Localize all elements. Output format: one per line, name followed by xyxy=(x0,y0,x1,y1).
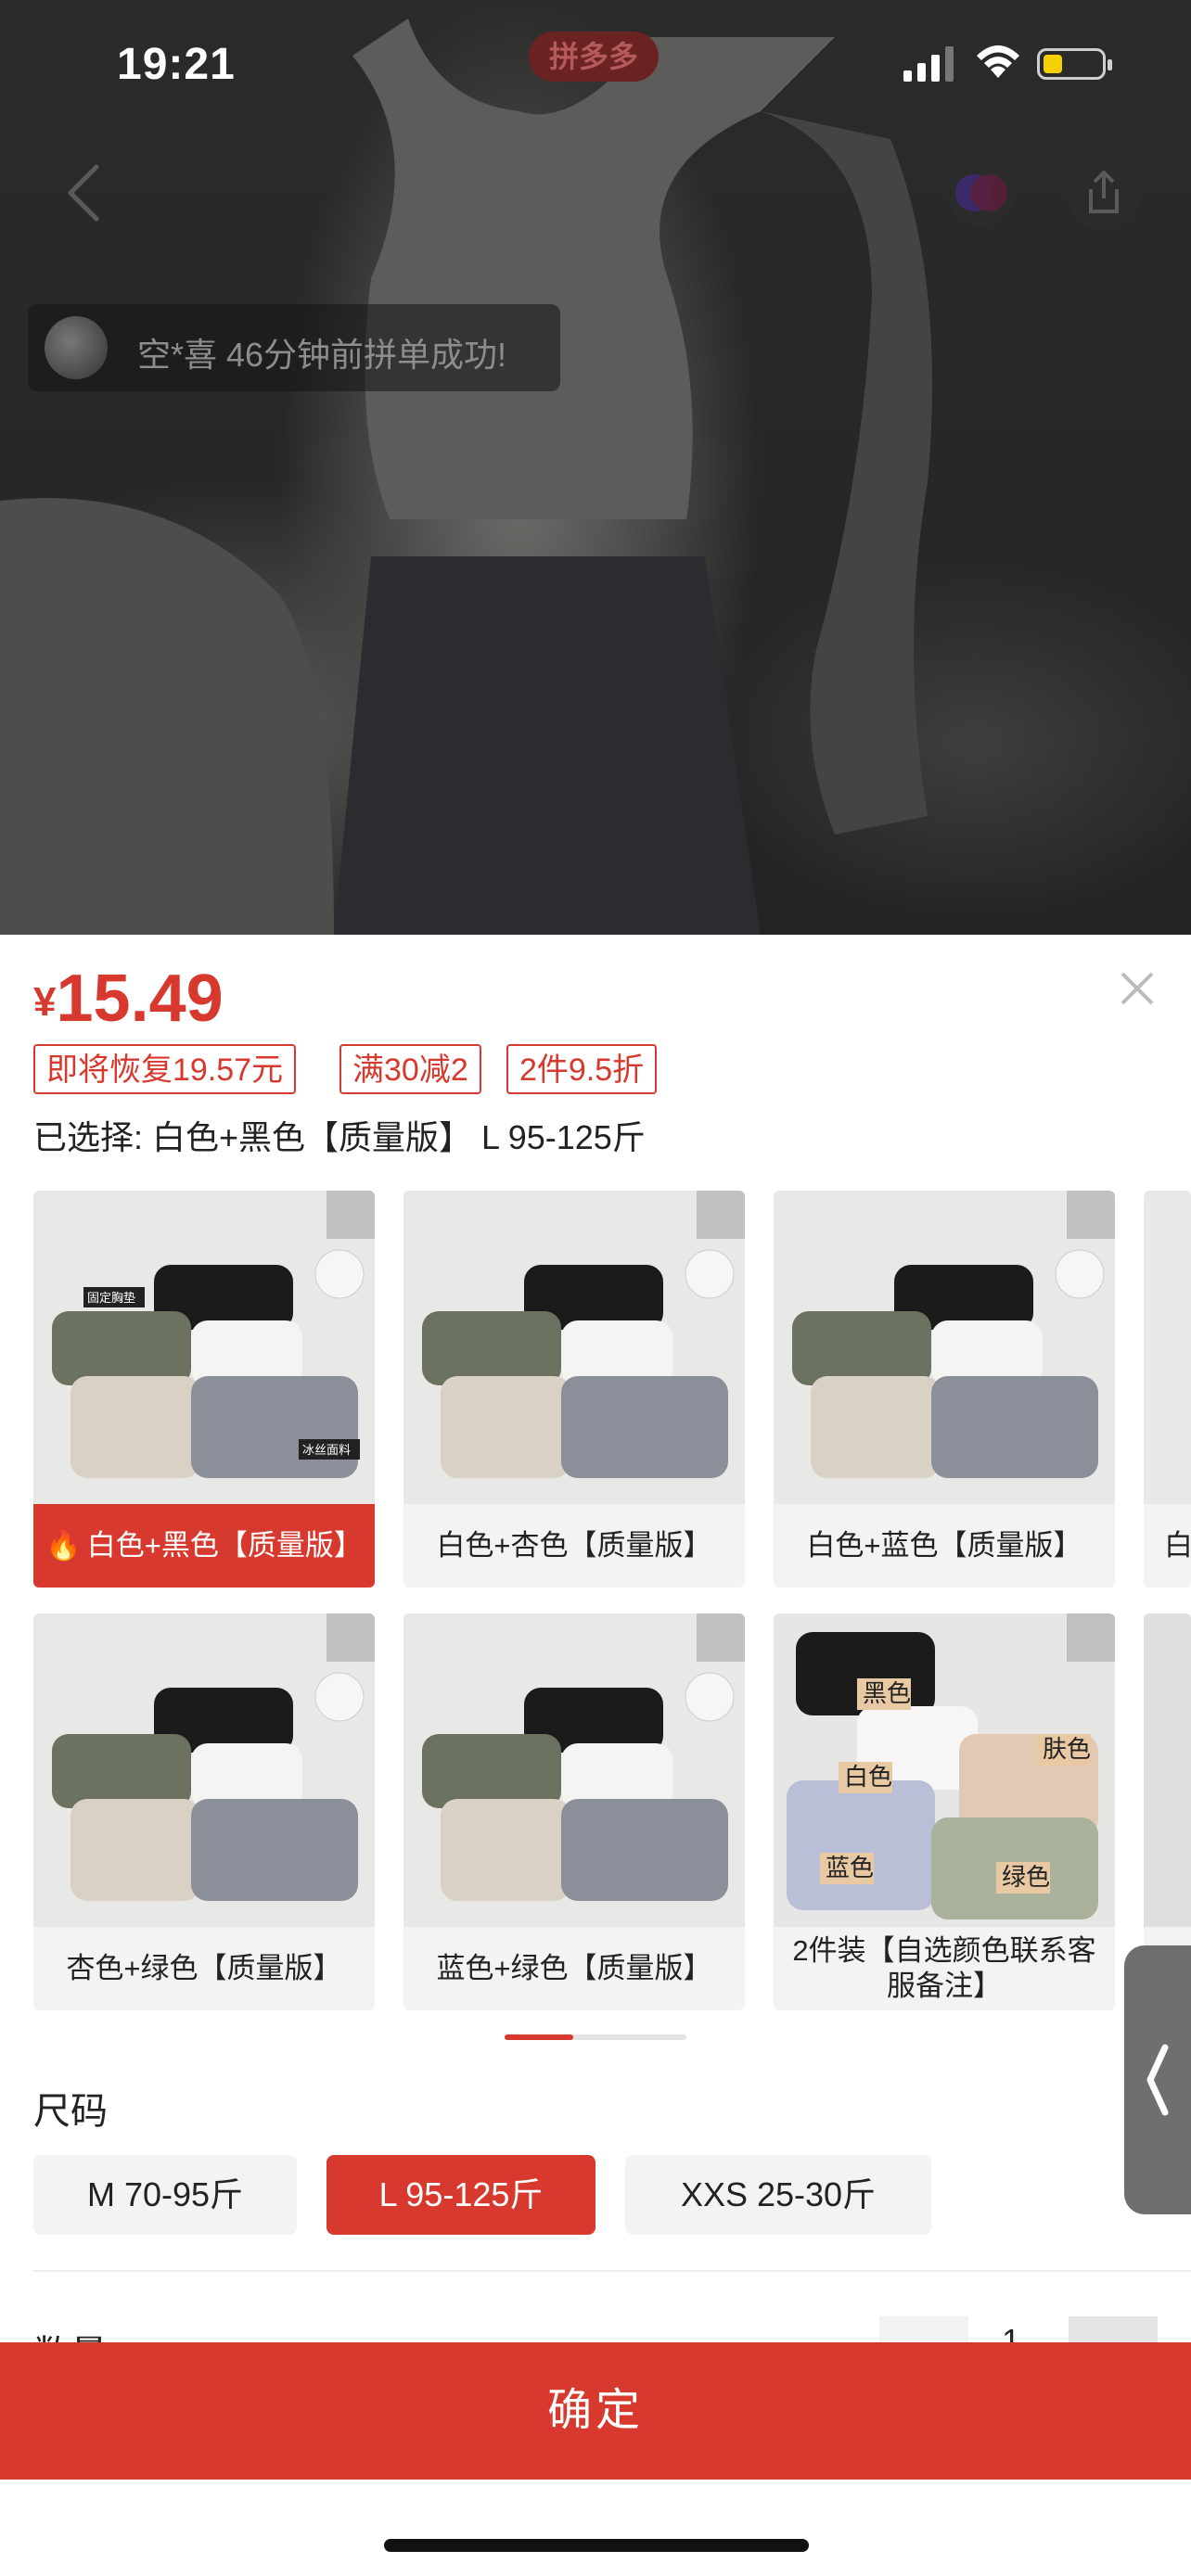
expand-icon[interactable] xyxy=(327,1613,375,1662)
variant-image: 固定胸垫 冰丝面料 xyxy=(33,1191,375,1504)
variant-card-partial[interactable]: 白 xyxy=(1144,1191,1191,1588)
variant-image xyxy=(33,1613,375,1927)
variant-image xyxy=(1144,1613,1191,1927)
size-section-title: 尺码 xyxy=(33,2091,108,2132)
promo-tag-discount: 满30减2 xyxy=(339,1044,481,1094)
product-photo-dimmed xyxy=(0,0,1191,935)
signal-icon xyxy=(903,46,954,82)
image-tag-text: 固定胸垫 xyxy=(87,1291,135,1305)
variant-card[interactable]: 白色+杏色【质量版】 xyxy=(403,1191,745,1588)
favorite-icon[interactable] xyxy=(937,156,1026,230)
expand-icon[interactable] xyxy=(1067,1191,1115,1239)
divider xyxy=(33,2270,1191,2272)
variant-label: 🔥 白色+黑色【质量版】 xyxy=(33,1504,375,1588)
share-icon[interactable] xyxy=(1067,156,1141,230)
app-badge: 拼多多 xyxy=(529,32,659,82)
close-icon[interactable] xyxy=(1117,968,1158,1009)
variant-scroll-indicator xyxy=(505,2034,686,2040)
status-time: 19:21 xyxy=(117,40,236,89)
group-buy-toast: 空*喜 46分钟前拼单成功! xyxy=(28,304,560,391)
size-option-selected[interactable]: L 95-125斤 xyxy=(327,2155,596,2235)
avatar xyxy=(45,316,108,379)
variant-label: 白色+杏色【质量版】 xyxy=(436,1529,712,1562)
expand-icon[interactable] xyxy=(697,1191,745,1239)
expand-icon[interactable] xyxy=(697,1613,745,1662)
home-indicator xyxy=(384,2539,809,2552)
expand-icon[interactable] xyxy=(1067,1613,1115,1662)
variant-image: 黑色 白色 肤色 蓝色 绿色 xyxy=(774,1613,1115,1927)
battery-icon xyxy=(1037,48,1112,80)
promo-tag-restore-price: 即将恢复19.57元 xyxy=(33,1044,297,1094)
chevron-left-icon xyxy=(1146,2044,1169,2116)
variant-label-text: 白色+黑色【质量版】 xyxy=(86,1529,363,1562)
variant-label: 蓝色+绿色【质量版】 xyxy=(436,1952,712,1984)
sku-selector-sheet: ¥15.49 即将恢复19.57元 满30减2 2件9.5折 已选择: 白色+黑… xyxy=(0,935,1191,2576)
color-label: 白色 xyxy=(844,1763,892,1791)
variant-card[interactable]: 蓝色+绿色【质量版】 xyxy=(403,1613,745,2010)
size-option[interactable]: M 70-95斤 xyxy=(33,2155,297,2235)
promo-tag-bundle: 2件9.5折 xyxy=(506,1044,658,1094)
color-label: 黑色 xyxy=(863,1679,911,1707)
selected-summary: 已选择: 白色+黑色【质量版】 L 95-125斤 xyxy=(33,1118,646,1156)
variant-label: 2件装【自选颜色联系客服备注】 xyxy=(792,1934,1096,2002)
wifi-icon xyxy=(977,45,1019,78)
color-label: 蓝色 xyxy=(826,1854,874,1881)
variant-label: 杏色+绿色【质量版】 xyxy=(66,1952,342,1984)
confirm-button[interactable]: 确定 xyxy=(0,2342,1191,2480)
variant-label: 白色+蓝色【质量版】 xyxy=(806,1529,1082,1562)
back-icon[interactable] xyxy=(56,156,111,230)
variant-card[interactable]: 杏色+绿色【质量版】 xyxy=(33,1613,375,2010)
size-option[interactable]: XXS 25-30斤 xyxy=(625,2155,931,2235)
price-value: 15.49 xyxy=(56,962,224,1036)
price: ¥15.49 xyxy=(33,961,224,1037)
expand-icon[interactable] xyxy=(327,1191,375,1239)
color-label: 肤色 xyxy=(1043,1735,1091,1763)
variant-image xyxy=(403,1191,745,1504)
variant-card[interactable]: 固定胸垫 冰丝面料 🔥 白色+黑色【质量版】 xyxy=(33,1191,375,1588)
toast-text: 空*喜 46分钟前拼单成功! xyxy=(137,336,507,374)
image-tag-text: 冰丝面料 xyxy=(302,1443,351,1457)
fire-icon: 🔥 xyxy=(45,1529,82,1562)
variant-image xyxy=(1144,1191,1191,1504)
status-bar: 19:21 拼多多 xyxy=(0,0,1191,130)
variant-image xyxy=(774,1191,1115,1504)
side-panel-handle[interactable] xyxy=(1124,1945,1191,2214)
photo-figure-shape xyxy=(0,19,932,935)
color-label: 绿色 xyxy=(1002,1863,1050,1891)
variant-label: 白 xyxy=(1164,1529,1191,1562)
variant-card[interactable]: 黑色 白色 肤色 蓝色 绿色 2件装【自选颜色联系客服备注】 xyxy=(774,1613,1115,2010)
price-currency: ¥ xyxy=(33,979,57,1025)
variant-card[interactable]: 白色+蓝色【质量版】 xyxy=(774,1191,1115,1588)
variant-image xyxy=(403,1613,745,1927)
